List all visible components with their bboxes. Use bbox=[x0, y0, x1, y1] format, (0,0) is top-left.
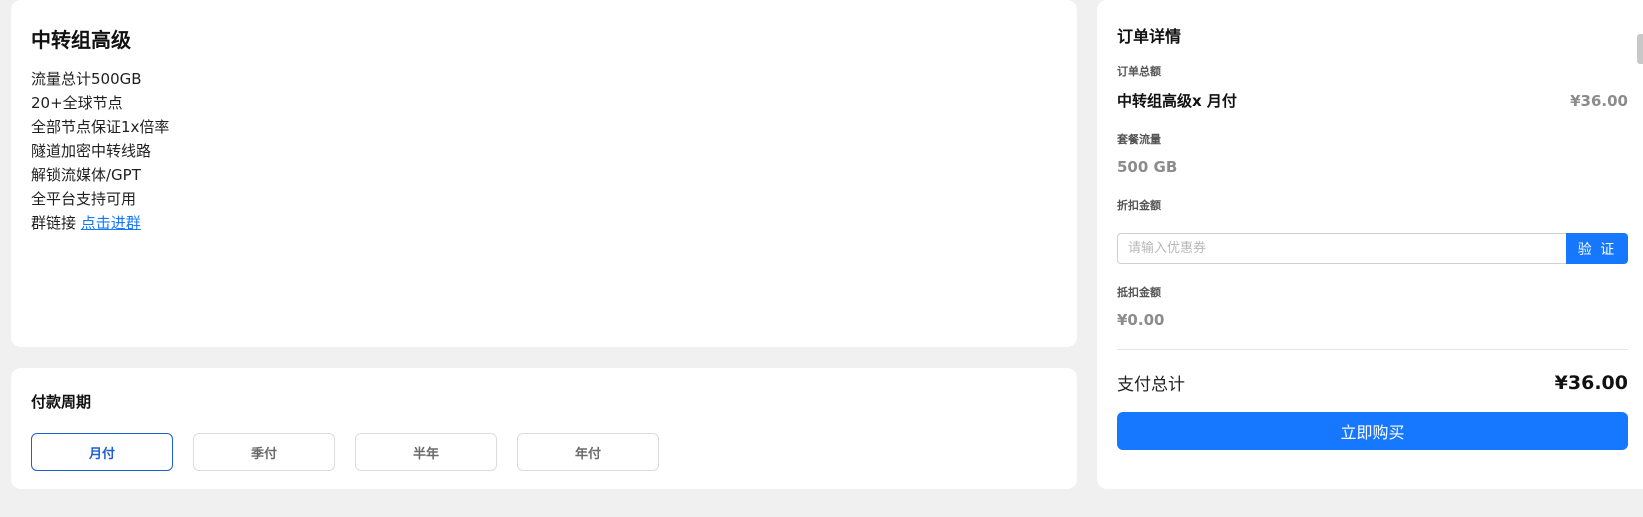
coupon-input[interactable] bbox=[1117, 233, 1566, 264]
order-item-price: ¥36.00 bbox=[1570, 91, 1628, 110]
feature-item: 隧道加密中转线路 bbox=[31, 142, 152, 160]
deduct-label: 抵扣金额 bbox=[1117, 286, 1161, 299]
group-link-row: 群链接 点击进群 bbox=[31, 211, 1057, 235]
plan-features: 流量总计500GB 20+全球节点 全部节点保证1x倍率 隧道加密中转线路 解锁… bbox=[31, 67, 1057, 235]
traffic-value: 500 GB bbox=[1117, 158, 1178, 176]
buy-now-button[interactable]: 立即购买 bbox=[1117, 412, 1628, 450]
pay-total-row: 支付总计 ¥36.00 bbox=[1117, 370, 1628, 396]
feature-item: 全平台支持可用 bbox=[31, 190, 137, 208]
scrollbar-thumb[interactable] bbox=[1637, 34, 1643, 64]
feature-item: 20+全球节点 bbox=[31, 94, 123, 112]
period-option-quarterly[interactable]: 季付 bbox=[193, 433, 335, 471]
plan-title: 中转组高级 bbox=[31, 28, 131, 52]
plan-card: 中转组高级 流量总计500GB 20+全球节点 全部节点保证1x倍率 隧道加密中… bbox=[11, 0, 1077, 347]
pay-total-value: ¥36.00 bbox=[1554, 371, 1628, 394]
period-option-yearly[interactable]: 年付 bbox=[517, 433, 659, 471]
verify-coupon-button[interactable]: 验 证 bbox=[1566, 233, 1628, 264]
order-item-name: 中转组高级x 月付 bbox=[1117, 92, 1237, 110]
order-details-title: 订单详情 bbox=[1117, 27, 1182, 46]
divider bbox=[1117, 349, 1628, 350]
discount-label: 折扣金额 bbox=[1117, 199, 1161, 212]
payment-period-title: 付款周期 bbox=[31, 393, 92, 411]
feature-item: 解锁流媒体/GPT bbox=[31, 166, 141, 184]
feature-item: 全部节点保证1x倍率 bbox=[31, 118, 170, 136]
coupon-group: 验 证 bbox=[1117, 233, 1628, 264]
group-link-label: 群链接 bbox=[31, 214, 77, 232]
traffic-label: 套餐流量 bbox=[1117, 133, 1161, 146]
join-group-link[interactable]: 点击进群 bbox=[81, 214, 141, 232]
order-details-card: 订单详情 订单总额 中转组高级x 月付 ¥36.00 套餐流量 500 GB 折… bbox=[1097, 0, 1643, 489]
period-option-half-year[interactable]: 半年 bbox=[355, 433, 497, 471]
order-total-label: 订单总额 bbox=[1117, 65, 1161, 78]
period-option-monthly[interactable]: 月付 bbox=[31, 433, 173, 471]
feature-item: 流量总计500GB bbox=[31, 70, 142, 88]
pay-total-label: 支付总计 bbox=[1117, 375, 1185, 395]
order-item-row: 中转组高级x 月付 ¥36.00 bbox=[1117, 90, 1628, 111]
period-options: 月付 季付 半年 年付 bbox=[31, 433, 1057, 471]
deduct-value: ¥0.00 bbox=[1117, 311, 1165, 329]
payment-period-card: 付款周期 月付 季付 半年 年付 bbox=[11, 368, 1077, 489]
